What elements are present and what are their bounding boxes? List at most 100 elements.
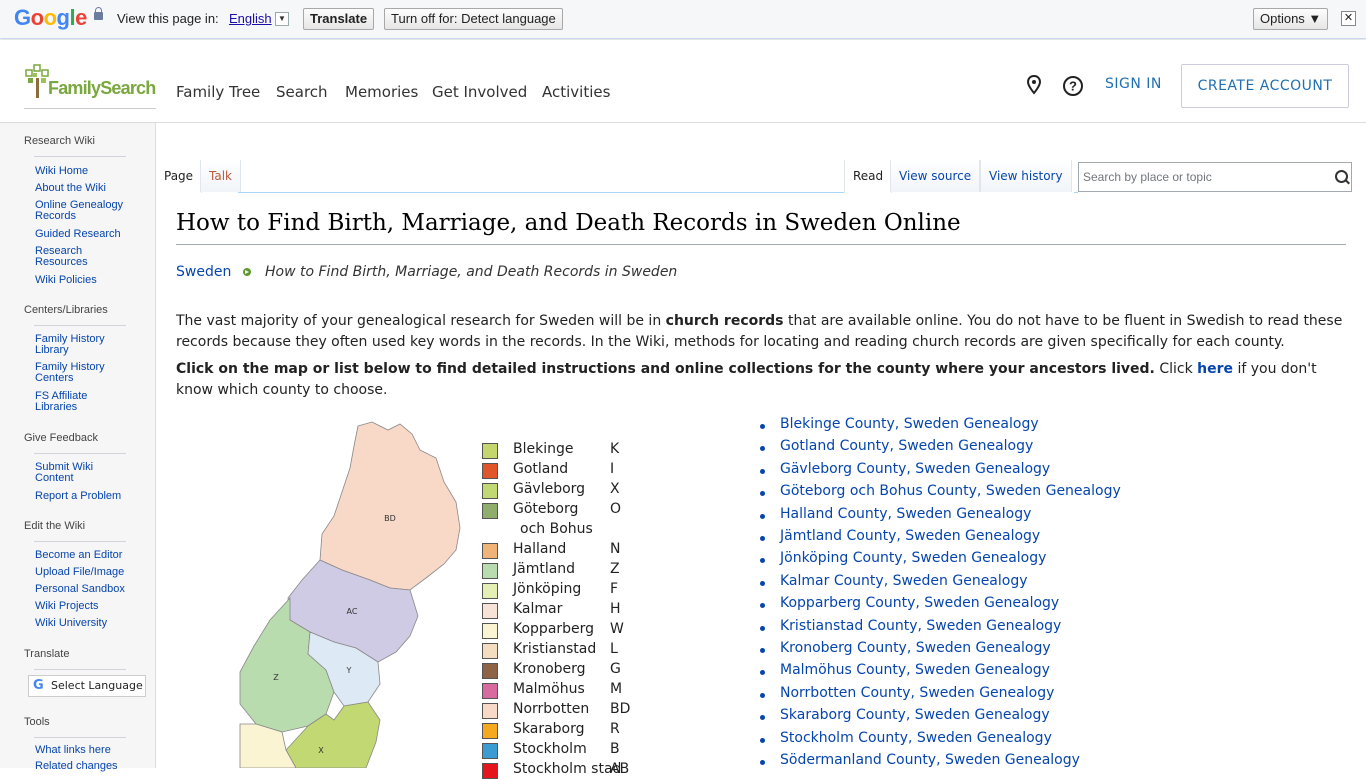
legend-county-name: Blekinge <box>513 441 574 457</box>
sidebar-item-sandbox[interactable]: Personal Sandbox <box>35 584 145 595</box>
map-region-norrbotten <box>319 421 461 591</box>
sidebar-item-related[interactable]: Related changes <box>35 761 145 772</box>
sidebar-item-online-genealogy[interactable]: Online Genealogy Records <box>35 200 135 222</box>
sidebar-item-research-resources[interactable]: Research Resources <box>35 246 105 268</box>
sign-in-link[interactable]: SIGN IN <box>1105 76 1162 92</box>
county-link[interactable]: Skaraborg County, Sweden Genealogy <box>780 707 1050 723</box>
view-page-label: View this page in: <box>117 11 219 26</box>
legend-county-code: R <box>610 721 620 737</box>
county-link[interactable]: Södermanland County, Sweden Genealogy <box>780 752 1080 768</box>
legend-county-name: Skaraborg <box>513 721 585 737</box>
breadcrumb-sweden-link[interactable]: Sweden <box>176 264 231 280</box>
wiki-sidebar: Research Wiki Wiki Home About the Wiki O… <box>0 123 156 772</box>
search-icon[interactable] <box>1335 170 1348 183</box>
tab-page[interactable]: Page <box>156 160 203 193</box>
wiki-search-input[interactable]: Search by place or topic <box>1078 162 1352 192</box>
create-account-button[interactable]: CREATE ACCOUNT <box>1181 64 1349 108</box>
location-pin-icon[interactable] <box>1026 75 1042 95</box>
logo-text: FamilySearch <box>48 78 156 98</box>
legend-county-name: Norrbotten <box>513 701 590 717</box>
county-link[interactable]: Stockholm County, Sweden Genealogy <box>780 730 1052 746</box>
legend-county-code: Z <box>610 561 620 577</box>
sidebar-item-fsal[interactable]: FS Affiliate Libraries <box>35 391 115 413</box>
sidebar-item-upload[interactable]: Upload File/Image <box>35 567 145 578</box>
sidebar-item-fhc[interactable]: Family History Centers <box>35 362 115 384</box>
legend-swatch <box>482 463 498 479</box>
sidebar-item-about[interactable]: About the Wiki <box>35 183 145 194</box>
tab-view-source[interactable]: View source <box>890 160 981 192</box>
sidebar-divider <box>34 737 126 738</box>
county-link[interactable]: Jönköping County, Sweden Genealogy <box>780 550 1046 566</box>
county-link[interactable]: Norrbotten County, Sweden Genealogy <box>780 685 1054 701</box>
dropdown-icon[interactable]: ▼ <box>275 12 289 26</box>
instructions-bold: Click on the map or list below to find d… <box>176 361 1155 377</box>
legend-county-code: F <box>610 581 619 597</box>
sidebar-item-submit[interactable]: Submit Wiki Content <box>35 462 105 484</box>
legend-item: Kalmar H <box>482 600 642 619</box>
sidebar-item-fhl[interactable]: Family History Library <box>35 334 115 356</box>
legend-swatch <box>482 743 498 759</box>
legend-county-name: Halland <box>513 541 567 557</box>
legend-item: Kronoberg G <box>482 660 642 679</box>
legend-county-name: Göteborg <box>513 501 579 517</box>
legend-county-code: M <box>610 681 623 697</box>
translate-button[interactable]: Translate <box>303 8 375 30</box>
turn-off-button[interactable]: Turn off for: Detect language <box>384 8 563 30</box>
lock-icon <box>94 7 103 20</box>
county-link[interactable]: Kronoberg County, Sweden Genealogy <box>780 640 1051 656</box>
legend-item: Malmöhus M <box>482 680 642 699</box>
familysearch-logo[interactable]: FamilySearch <box>24 64 156 109</box>
here-link[interactable]: here <box>1197 361 1233 377</box>
map-label-ac: AC <box>347 607 358 616</box>
select-language-widget[interactable]: G Select Language <box>28 675 146 697</box>
sidebar-item-policies[interactable]: Wiki Policies <box>35 275 145 286</box>
nav-activities[interactable]: Activities <box>542 83 610 101</box>
legend-swatch <box>482 643 498 659</box>
county-link[interactable]: Blekinge County, Sweden Genealogy <box>780 416 1039 432</box>
county-link[interactable]: Kalmar County, Sweden Genealogy <box>780 573 1028 589</box>
sidebar-item-what-links[interactable]: What links here <box>35 745 145 756</box>
sidebar-item-guided[interactable]: Guided Research <box>35 229 145 240</box>
nav-search[interactable]: Search <box>276 83 328 101</box>
map-label-z: Z <box>273 673 279 682</box>
sweden-county-map[interactable]: BD AC Z Y X <box>230 420 470 768</box>
county-link[interactable]: Göteborg och Bohus County, Sweden Geneal… <box>780 483 1121 499</box>
sidebar-divider <box>34 453 126 454</box>
sidebar-item-wiki-home[interactable]: Wiki Home <box>35 166 145 177</box>
title-divider <box>176 244 1346 245</box>
legend-swatch <box>482 443 498 459</box>
legend-swatch <box>482 503 498 519</box>
legend-swatch <box>482 483 498 499</box>
legend-item: Kopparberg W <box>482 620 642 639</box>
close-icon[interactable]: ✕ <box>1341 11 1356 26</box>
legend-item: Jämtland Z <box>482 560 642 579</box>
sidebar-item-editor[interactable]: Become an Editor <box>35 550 145 561</box>
sidebar-item-report[interactable]: Report a Problem <box>35 491 145 502</box>
legend-county-code: I <box>610 461 615 477</box>
tab-read[interactable]: Read <box>844 160 893 193</box>
sidebar-heading-centers: Centers/Libraries <box>24 304 108 316</box>
county-link[interactable]: Malmöhus County, Sweden Genealogy <box>780 662 1050 678</box>
county-link[interactable]: Halland County, Sweden Genealogy <box>780 506 1031 522</box>
tab-view-history[interactable]: View history <box>980 160 1072 192</box>
help-icon[interactable]: ? <box>1062 75 1084 97</box>
county-link[interactable]: Kristianstad County, Sweden Genealogy <box>780 618 1061 634</box>
tab-talk[interactable]: Talk <box>200 160 241 192</box>
nav-memories[interactable]: Memories <box>345 83 418 101</box>
county-link[interactable]: Kopparberg County, Sweden Genealogy <box>780 595 1059 611</box>
svg-text:?: ? <box>1069 79 1077 94</box>
sidebar-heading-research-wiki: Research Wiki <box>24 135 95 147</box>
legend-county-code: AB <box>610 761 630 777</box>
legend-county-code: BD <box>610 701 631 717</box>
county-link[interactable]: Gävleborg County, Sweden Genealogy <box>780 461 1050 477</box>
language-select[interactable]: English <box>229 11 272 26</box>
sidebar-item-projects[interactable]: Wiki Projects <box>35 601 145 612</box>
nav-get-involved[interactable]: Get Involved <box>432 83 527 101</box>
legend-item: Norrbotten BD <box>482 700 642 719</box>
options-button[interactable]: Options ▼ <box>1253 8 1329 30</box>
county-link[interactable]: Jämtland County, Sweden Genealogy <box>780 528 1040 544</box>
sidebar-item-university[interactable]: Wiki University <box>35 618 145 629</box>
map-label-x: X <box>318 746 324 755</box>
county-link[interactable]: Gotland County, Sweden Genealogy <box>780 438 1033 454</box>
nav-family-tree[interactable]: Family Tree <box>176 83 260 101</box>
